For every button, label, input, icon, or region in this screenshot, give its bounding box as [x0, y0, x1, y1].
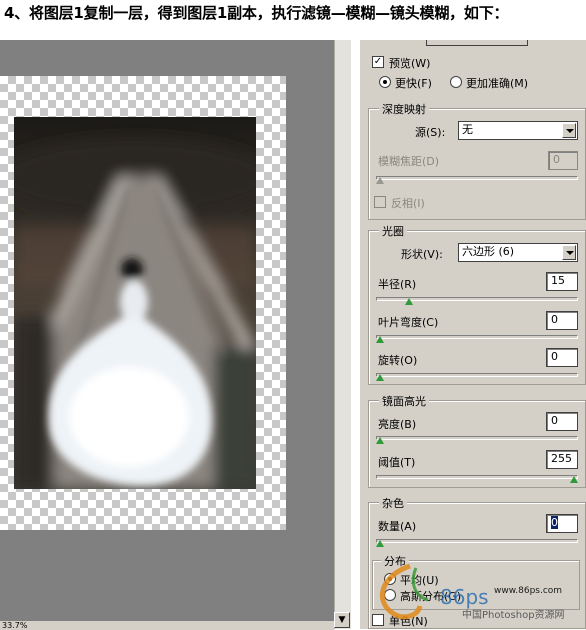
threshold-label: 阈值(T)	[378, 456, 416, 469]
faster-label: 更快(F)	[395, 77, 432, 90]
blade-curvature-slider[interactable]	[376, 336, 384, 343]
noise-title: 杂色	[379, 495, 407, 511]
faster-radio[interactable]	[379, 76, 391, 88]
more-accurate-label: 更加准确(M)	[466, 77, 529, 90]
brightness-label: 亮度(B)	[378, 418, 417, 431]
amount-field[interactable]: 0	[546, 514, 578, 533]
rotation-field[interactable]: 0	[546, 348, 578, 367]
scroll-down-button[interactable]: ▼	[334, 612, 350, 628]
panel-top-button[interactable]	[426, 40, 528, 46]
shape-value: 六边形 (6)	[462, 245, 515, 258]
watermark-url: www.86ps.com	[494, 586, 563, 596]
blur-focal-distance-field[interactable]: 0	[548, 151, 578, 170]
blade-curvature-track[interactable]	[376, 335, 578, 339]
radius-slider[interactable]	[405, 298, 414, 305]
depth-map-title: 深度映射	[379, 101, 429, 117]
tutorial-step-heading: 4、将图层1复制一层，得到图层1副本，执行滤镜—模糊—镜头模糊，如下：	[4, 4, 509, 22]
shape-label: 形状(V):	[401, 248, 443, 261]
threshold-field[interactable]: 255	[546, 450, 578, 469]
brightness-slider[interactable]	[376, 437, 384, 444]
radius-field[interactable]: 15	[546, 272, 578, 291]
invert-checkbox[interactable]	[374, 196, 386, 208]
watermark-site-name: 中国Photoshop资源网	[462, 610, 565, 621]
blurred-bride-photo	[14, 117, 256, 489]
blur-focal-distance-label: 模糊焦距(D)	[378, 155, 440, 168]
shape-select[interactable]: 六边形 (6)	[458, 243, 578, 262]
threshold-track[interactable]	[376, 475, 578, 479]
invert-label: 反相(I)	[391, 197, 425, 210]
rotation-label: 旋转(O)	[378, 354, 418, 367]
source-label: 源(S):	[415, 126, 446, 139]
rotation-track[interactable]	[376, 373, 578, 377]
amount-slider[interactable]	[376, 540, 384, 547]
blur-focal-distance-slider[interactable]	[376, 177, 384, 184]
iris-title: 光圈	[379, 223, 407, 239]
threshold-slider[interactable]	[570, 476, 578, 483]
amount-value: 0	[551, 516, 558, 529]
more-accurate-radio[interactable]	[450, 76, 462, 88]
blur-focal-distance-track[interactable]	[376, 176, 578, 180]
source-select[interactable]: 无	[458, 121, 578, 140]
source-value: 无	[462, 123, 473, 136]
chevron-down-icon	[562, 123, 576, 138]
amount-track[interactable]	[376, 539, 578, 543]
chevron-down-icon	[562, 245, 576, 260]
radius-label: 半径(R)	[378, 278, 417, 291]
brightness-field[interactable]: 0	[546, 412, 578, 431]
vertical-scrollbar[interactable]	[334, 40, 351, 629]
preview-label: 预览(W)	[389, 57, 431, 70]
rotation-slider[interactable]	[376, 374, 384, 381]
preview-image	[14, 117, 256, 489]
brightness-track[interactable]	[376, 436, 578, 440]
blade-curvature-label: 叶片弯度(C)	[378, 316, 439, 329]
blade-curvature-field[interactable]: 0	[546, 311, 578, 330]
amount-label: 数量(A)	[378, 520, 417, 533]
specular-highlights-title: 镜面高光	[379, 393, 429, 409]
preview-checkbox[interactable]: ✓	[372, 56, 384, 68]
